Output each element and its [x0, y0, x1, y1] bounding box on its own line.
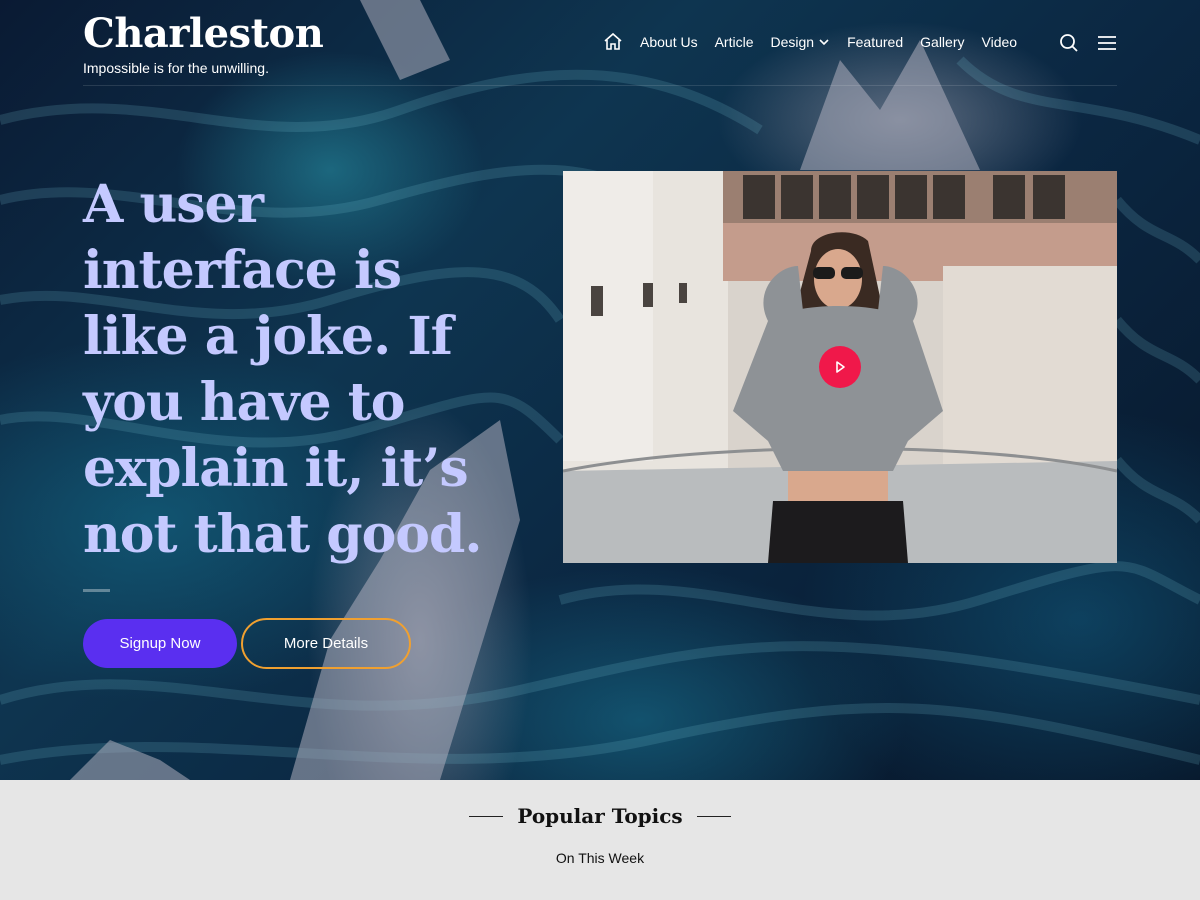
nav-item-design-label: Design: [770, 34, 815, 50]
main-navigation: About Us Article Design Featured Gallery…: [603, 32, 1017, 52]
search-icon[interactable]: [1059, 33, 1079, 53]
play-button[interactable]: [819, 346, 861, 388]
nav-item-gallery[interactable]: Gallery: [920, 34, 964, 50]
popular-topics-header: Popular Topics: [0, 804, 1200, 828]
signup-button[interactable]: Signup Now: [83, 619, 237, 668]
chevron-down-icon: [819, 39, 829, 46]
popular-topics-subtitle: On This Week: [555, 850, 645, 866]
header-divider: [83, 85, 1117, 86]
headline-divider: [83, 589, 110, 592]
nav-item-video[interactable]: Video: [982, 34, 1018, 50]
hero-section: Charleston Impossible is for the unwilli…: [0, 0, 1200, 780]
popular-topics-section: Popular Topics On This Week: [0, 780, 1200, 900]
popular-topics-title: Popular Topics: [517, 804, 683, 828]
site-branding: Charleston Impossible is for the unwilli…: [83, 12, 324, 77]
title-decor-line-left: [469, 815, 504, 817]
hamburger-menu-icon[interactable]: [1097, 35, 1117, 51]
play-icon: [836, 361, 845, 373]
nav-item-featured[interactable]: Featured: [847, 34, 903, 50]
more-details-button[interactable]: More Details: [241, 618, 411, 669]
site-tagline: Impossible is for the unwilling.: [83, 60, 269, 76]
site-logo[interactable]: Charleston: [83, 12, 324, 56]
title-decor-line-right: [696, 815, 731, 817]
nav-item-design[interactable]: Design: [771, 34, 831, 50]
hero-headline: A user interface is like a joke. If you …: [83, 174, 482, 565]
nav-item-article[interactable]: Article: [715, 34, 754, 50]
home-icon[interactable]: [603, 32, 623, 52]
nav-item-about-us[interactable]: About Us: [640, 34, 698, 50]
